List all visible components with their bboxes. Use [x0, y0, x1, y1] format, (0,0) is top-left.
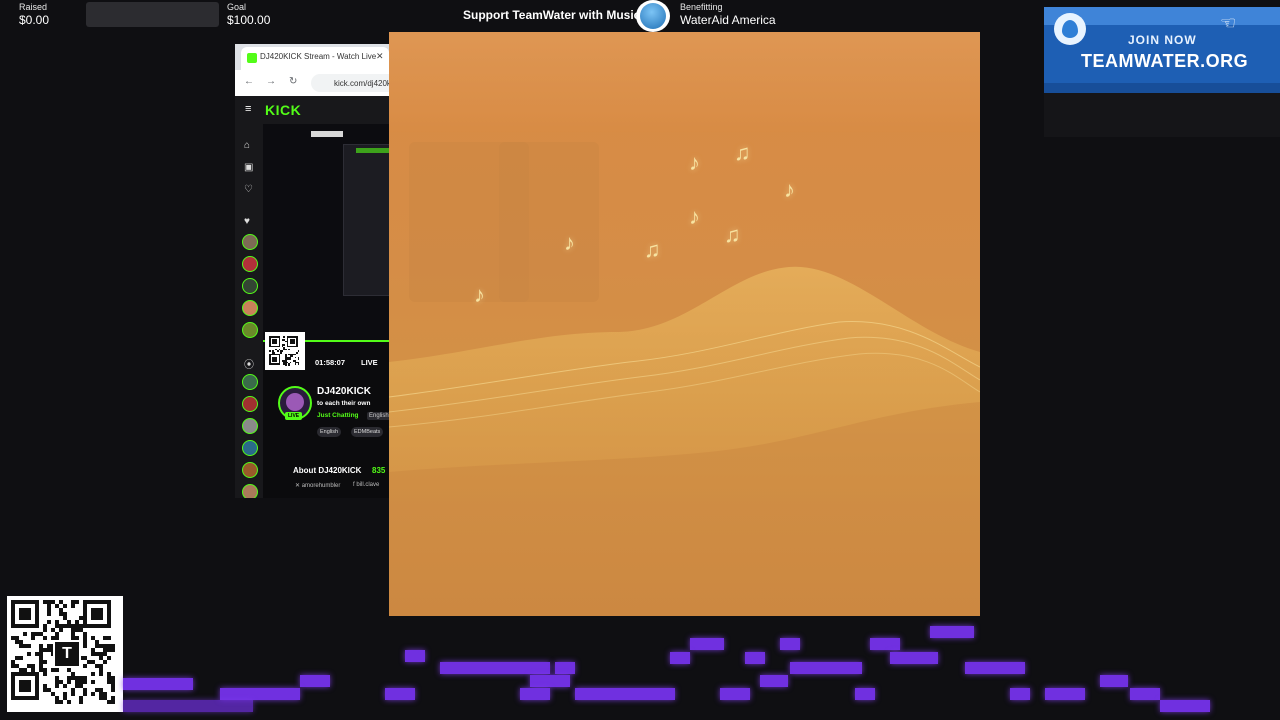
follower-count: 835 [372, 466, 386, 475]
about-heading: About DJ420KICK [293, 466, 362, 475]
music-note-icon: ♪ [689, 204, 700, 229]
home-icon[interactable]: ⌂ [244, 140, 250, 151]
reload-icon[interactable]: ↻ [289, 76, 297, 87]
browse-icon[interactable]: ▣ [244, 162, 253, 173]
music-note-icon: ♪ [784, 177, 795, 202]
kick-header: ≡ KICK [235, 96, 395, 124]
browser-tab[interactable]: DJ420KICK Stream - Watch Live ✕ [241, 47, 389, 70]
sidebar-channel-avatar[interactable] [242, 234, 258, 250]
browser-capture: DJ420KICK Stream - Watch Live ✕ ← → ↻ ki… [235, 44, 395, 498]
sidebar-channel-avatar[interactable] [242, 462, 258, 478]
music-note-icon: ♫ [724, 222, 741, 247]
music-note-icon: ♪ [564, 230, 575, 255]
tab-title: DJ420KICK Stream - Watch Live [260, 52, 377, 61]
close-icon[interactable]: ✕ [376, 51, 384, 62]
benefitting-stat: Benefitting WaterAid America [680, 2, 776, 28]
water-drop-icon [1054, 13, 1086, 45]
sidebar-channel-avatar[interactable] [242, 278, 258, 294]
live-indicator: LIVE [361, 358, 378, 367]
sidebar-channel-avatar[interactable] [242, 322, 258, 338]
stream-tag[interactable]: EDMBeats [351, 427, 384, 437]
goal-stat: Goal $100.00 [227, 2, 270, 28]
forward-icon[interactable]: → [266, 76, 276, 87]
kick-sidebar: ⌂ ▣ ♡ ♥ ⦿ [235, 124, 263, 498]
menu-icon[interactable]: ≡ [245, 103, 251, 115]
stream-category[interactable]: Just Chatting [317, 412, 359, 419]
raised-stat: Raised $0.00 [19, 2, 49, 28]
stream-language: English [367, 412, 391, 420]
music-note-icon: ♫ [734, 140, 751, 165]
benefitting-label: Benefitting [680, 2, 723, 12]
water-drop-icon [636, 0, 670, 32]
sidebar-channel-avatar[interactable] [242, 396, 258, 412]
live-badge: LIVE [285, 412, 303, 420]
sidebar-channel-avatar[interactable] [242, 300, 258, 316]
sidebar-channel-avatar[interactable] [242, 256, 258, 272]
teamwater-logo-icon: T [53, 640, 81, 668]
raised-value: $0.00 [19, 13, 50, 27]
social-link-facebook[interactable]: f bill.clave [353, 482, 379, 488]
sidebar-channel-avatar[interactable] [242, 418, 258, 434]
support-text: Support TeamWater with Music [463, 8, 641, 22]
donation-progress-bar [86, 2, 219, 27]
raised-label: Raised [19, 2, 48, 12]
music-note-icon: ♪ [689, 150, 700, 175]
stream-tag[interactable]: English [317, 427, 342, 437]
music-visualizer-art: ♪ ♪ ♫ ♪ ♫ ♪ ♪ ♫ [389, 32, 980, 616]
sidebar-channel-avatar[interactable] [242, 484, 258, 498]
goal-value: $100.00 [227, 13, 271, 27]
browser-navbar: ← → ↻ kick.com/dj420kick [235, 70, 395, 96]
music-note-icon: ♪ [474, 282, 485, 307]
qr-code-small [265, 332, 305, 370]
mini-progress-bar [311, 131, 343, 137]
sidebar-channel-avatar[interactable] [242, 374, 258, 390]
favorites-icon: ♥ [244, 216, 250, 227]
join-teamwater-banner[interactable]: ☜ JOIN NOW TEAMWATER.ORG [1044, 7, 1280, 93]
browser-tabstrip: DJ420KICK Stream - Watch Live ✕ [235, 44, 395, 70]
back-icon[interactable]: ← [244, 76, 254, 87]
banner-shadow-panel [1044, 93, 1280, 137]
benefitting-value: WaterAid America [680, 13, 776, 27]
sidebar-channel-avatar[interactable] [242, 440, 258, 456]
banner-join-text: JOIN NOW [1128, 33, 1197, 47]
qr-code: T [7, 596, 123, 712]
stream-title: to each their own [317, 400, 371, 407]
recursive-stream-preview [343, 144, 395, 296]
kick-favicon-icon [247, 53, 257, 63]
sound-wave-graphic [389, 266, 980, 616]
banner-url-text: TEAMWATER.ORG [1081, 51, 1249, 71]
kick-logo[interactable]: KICK [265, 102, 301, 118]
stream-video-preview[interactable] [263, 124, 395, 340]
goal-label: Goal [227, 2, 247, 12]
channel-name[interactable]: DJ420KICK [317, 386, 371, 397]
live-channels-icon: ⦿ [244, 360, 254, 371]
pointing-hand-icon: ☜ [1220, 13, 1237, 33]
address-url: kick.com/dj420kick [334, 79, 395, 88]
music-note-icon: ♫ [644, 237, 661, 262]
following-icon[interactable]: ♡ [244, 184, 253, 195]
social-link-x[interactable]: ✕ amorehumbler [295, 482, 340, 489]
stream-duration: 01:58:07 [315, 358, 346, 367]
